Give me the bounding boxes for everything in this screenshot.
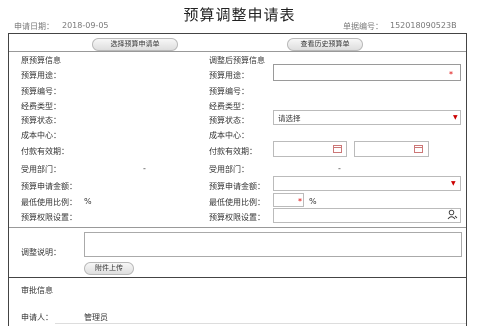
status-select[interactable]	[273, 110, 461, 125]
calendar-icon[interactable]	[333, 145, 342, 153]
left-dept-dash: -	[143, 164, 146, 173]
right-dept-label: 受用部门：	[209, 165, 249, 174]
left-dept-label: 受用部门：	[21, 165, 61, 174]
left-purpose-label: 预算用途：	[21, 71, 61, 80]
right-status-label: 预算状态：	[209, 116, 249, 125]
left-apply-amount-label: 预算申请金额：	[21, 182, 77, 191]
left-fund-type-label: 经费类型：	[21, 102, 61, 111]
approval-divider	[9, 277, 466, 278]
calendar-icon[interactable]	[414, 145, 423, 153]
left-status-label: 预算状态：	[21, 116, 61, 125]
left-permission-label: 预算权限设置：	[21, 213, 77, 222]
left-code-label: 预算编号：	[21, 87, 61, 96]
select-original-button[interactable]: 选择预算申请单	[92, 38, 178, 51]
purpose-input[interactable]	[273, 64, 461, 81]
right-apply-amount-label: 预算申请金额：	[209, 182, 265, 191]
right-percent-sign: %	[309, 197, 317, 206]
original-section-title: 原预算信息	[21, 56, 61, 65]
min-ratio-required-mark: *	[298, 197, 302, 206]
right-fund-type-label: 经费类型：	[209, 102, 249, 111]
permission-input[interactable]	[273, 208, 461, 223]
status-select-value: 请选择	[278, 114, 301, 123]
right-dept-dash: -	[338, 164, 341, 173]
right-code-label: 预算编号：	[209, 87, 249, 96]
status-chevron-down-icon: ▼	[453, 114, 458, 121]
right-cost-center-label: 成本中心：	[209, 131, 249, 140]
purpose-required-mark: *	[449, 70, 453, 79]
apply-date-value: 2018-09-05	[62, 21, 109, 30]
applicant-underline	[55, 323, 466, 324]
attach-upload-button[interactable]: 附件上传	[84, 262, 134, 275]
right-min-ratio-label: 最低使用比例：	[209, 198, 265, 207]
info-divider	[9, 227, 466, 228]
button-row-divider	[9, 51, 466, 52]
apply-date-label: 申请日期：	[14, 22, 54, 31]
reason-textarea[interactable]	[84, 232, 462, 257]
doc-no-value: 152018090523B	[390, 21, 457, 30]
left-min-ratio-label: 最低使用比例：	[21, 198, 77, 207]
right-permission-label: 预算权限设置：	[209, 213, 265, 222]
reason-label: 调整说明：	[21, 248, 61, 257]
left-percent-sign: %	[84, 197, 92, 206]
right-pay-period-label: 付款有效期：	[209, 147, 257, 156]
left-cost-center-label: 成本中心：	[21, 131, 61, 140]
right-purpose-label: 预算用途：	[209, 71, 249, 80]
approval-section-title: 审批信息	[21, 286, 53, 295]
apply-amount-chevron-down-icon: ▼	[451, 180, 456, 187]
adjusted-section-title: 调整后预算信息	[209, 56, 265, 65]
applicant-label: 申请人：	[21, 313, 53, 322]
user-picker-icon[interactable]	[447, 209, 458, 220]
doc-no-label: 单据编号：	[343, 22, 383, 31]
apply-amount-input[interactable]	[273, 176, 461, 191]
left-pay-period-label: 付款有效期：	[21, 147, 69, 156]
applicant-value: 管理员	[84, 313, 108, 322]
view-history-button[interactable]: 查看历史预算单	[287, 38, 363, 51]
